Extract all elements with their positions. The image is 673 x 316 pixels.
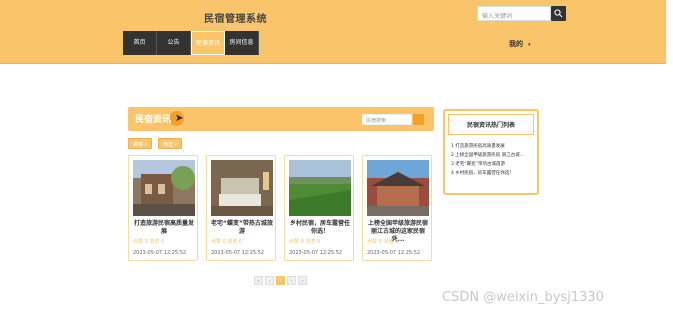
search-button[interactable]	[551, 6, 566, 21]
last-page-button[interactable]: »	[298, 276, 307, 285]
news-card-title: 老宅“蝶变”带热古城旅游	[211, 220, 273, 235]
header: 民宿管理系统 输入关键词 首页 公告 民宿资讯 房间信息 我的 ▾	[0, 0, 666, 64]
news-card-image	[367, 160, 429, 216]
news-card-date: 2023-05-07 12:25:52	[289, 250, 343, 256]
hot-news-item[interactable]: 3 老宅“蝶变”带热古城旅游	[451, 160, 537, 169]
first-page-button[interactable]: «	[254, 276, 263, 285]
hot-news-item[interactable]: 1 打造旅游民宿高质量发展	[451, 142, 537, 151]
page-1-button[interactable]: 1	[276, 276, 285, 285]
user-menu[interactable]: 我的 ▾	[509, 39, 531, 49]
main-nav: 首页 公告 民宿资讯 房间信息	[123, 31, 259, 55]
news-card-image	[211, 160, 273, 216]
news-card[interactable]: 乡村民宿，房车露营任你选！ 点赞 0 浏览 0 2023-05-07 12:25…	[284, 155, 354, 261]
news-card-image	[289, 160, 351, 216]
search-icon	[554, 9, 563, 18]
news-search-input[interactable]: 民宿搜索	[362, 114, 412, 125]
hot-news-title: 民宿资讯热门列表	[448, 114, 534, 135]
watermark: CSDN @weixin_bysj1330	[442, 290, 604, 305]
next-page-button[interactable]: ›	[287, 276, 296, 285]
news-card-stats: 点赞 0 浏览 0	[289, 239, 321, 245]
news-card-title: 乡村民宿，房车露营任你选！	[289, 220, 350, 235]
site-title: 民宿管理系统	[204, 14, 267, 25]
nav-announcement[interactable]: 公告	[157, 31, 191, 55]
news-card[interactable]: 老宅“蝶变”带热古城旅游 点赞 0 浏览 0 2023-05-07 12:25:…	[206, 155, 276, 261]
news-card-date: 2023-05-07 12:25:52	[133, 250, 187, 256]
sort-filter[interactable]: 排序 ▾	[128, 138, 153, 149]
news-card-date: 2023-05-07 12:25:52	[211, 250, 265, 256]
user-menu-label: 我的	[509, 40, 523, 48]
pagination: « ‹ 1 › »	[254, 276, 307, 285]
news-card-stats: 点赞 0 浏览 0	[211, 239, 243, 245]
hot-news-list: 1 打造旅游民宿高质量发展 2 上榜全国甲级旅游民宿 丽江古城... 3 老宅“…	[451, 142, 537, 178]
news-header-panel: 民宿资讯 ➤ 民宿搜索	[128, 107, 434, 131]
news-search-button[interactable]	[413, 114, 424, 125]
search-input[interactable]: 输入关键词	[477, 6, 551, 21]
prev-page-button[interactable]: ‹	[265, 276, 274, 285]
hot-news-item[interactable]: 2 上榜全国甲级旅游民宿 丽江古城...	[451, 151, 537, 160]
news-card-stats: 点赞 0 浏览 0	[367, 239, 399, 245]
hot-news-item[interactable]: 4 乡村民宿，房车露营任你选！	[451, 169, 537, 178]
nav-home[interactable]: 首页	[123, 31, 157, 55]
news-card-title: 打造旅游民宿高质量发展	[133, 220, 194, 235]
news-card-image	[133, 160, 195, 216]
news-card-date: 2023-05-07 12:25:52	[367, 250, 421, 256]
section-title: 民宿资讯	[135, 115, 172, 125]
chevron-down-icon: ▾	[528, 42, 531, 48]
nav-homestay-news[interactable]: 民宿资讯	[191, 31, 225, 55]
news-card-stats: 点赞 0 浏览 0	[133, 239, 165, 245]
hot-news-panel: 民宿资讯热门列表 1 打造旅游民宿高质量发展 2 上榜全国甲级旅游民宿 丽江古城…	[443, 109, 539, 195]
nav-room-info[interactable]: 房间信息	[225, 31, 259, 55]
pointer-icon: ➤	[175, 113, 184, 124]
news-card[interactable]: 上榜全国甲级旅游民宿 丽江古城的这家民宿凭... 点赞 0 浏览 0 2023-…	[362, 155, 432, 261]
news-card[interactable]: 打造旅游民宿高质量发展 点赞 0 浏览 0 2023-05-07 12:25:5…	[128, 155, 198, 261]
category-filter[interactable]: 筛选 ▾	[158, 138, 183, 149]
page: 民宿管理系统 输入关键词 首页 公告 民宿资讯 房间信息 我的 ▾ 民宿资讯 ➤ …	[0, 0, 673, 316]
